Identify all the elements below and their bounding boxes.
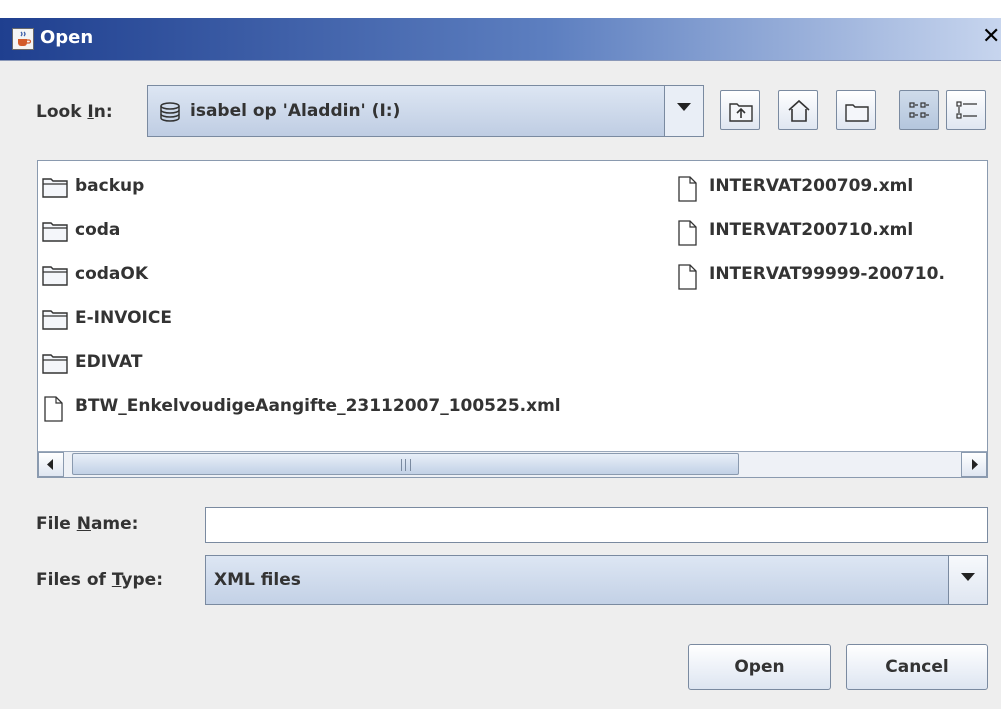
home-icon [788, 99, 810, 122]
look-in-value: isabel op 'Aladdin' (I:) [190, 101, 401, 121]
close-icon[interactable]: ✕ [982, 24, 1000, 49]
title-bar: Open ✕ [0, 18, 1001, 61]
list-view-button[interactable] [899, 90, 939, 130]
arrow-left-icon [47, 459, 53, 470]
item-name: BTW_EnkelvoudigeAangifte_23112007_100525… [75, 396, 561, 416]
home-button[interactable] [778, 90, 818, 130]
look-in-label: Look In: [36, 102, 113, 122]
item-name: coda [75, 220, 121, 240]
files-of-type-dropdown-arrow[interactable] [948, 556, 987, 604]
file-name-input[interactable] [205, 507, 988, 543]
look-in-combo[interactable]: isabel op 'Aladdin' (I:) [147, 85, 704, 137]
file-name-label: File Name: [36, 514, 139, 534]
arrow-right-icon [972, 459, 978, 470]
cancel-button[interactable]: Cancel [846, 644, 988, 690]
folder-icon [42, 222, 68, 242]
scroll-thumb[interactable] [72, 453, 739, 475]
item-name: INTERVAT200710.xml [709, 220, 914, 240]
up-one-level-icon [729, 103, 753, 122]
open-button[interactable]: Open [688, 644, 831, 690]
file-list[interactable]: backup coda codaOK E-INVOICE EDIVAT BTW_Enkel… [37, 160, 988, 478]
drive-icon [160, 102, 180, 122]
java-cup-icon [12, 28, 34, 50]
files-of-type-combo[interactable]: XML files [205, 555, 988, 605]
folder-icon [42, 178, 68, 198]
folder-icon [42, 266, 68, 286]
details-view-icon [956, 101, 977, 119]
scroll-right-button[interactable] [961, 452, 987, 477]
folder-icon [42, 310, 68, 330]
files-of-type-label: Files of Type: [36, 570, 164, 590]
new-folder-button[interactable] [836, 90, 876, 130]
screen-top-strip [0, 0, 1001, 18]
file-icon [44, 396, 63, 422]
files-of-type-value: XML files [214, 570, 301, 590]
window-title: Open [40, 27, 94, 48]
file-icon [678, 264, 697, 290]
item-name: E-INVOICE [75, 308, 172, 328]
horizontal-scrollbar[interactable] [38, 451, 987, 477]
item-name: codaOK [75, 264, 149, 284]
new-folder-icon [845, 104, 869, 122]
file-icon [678, 220, 697, 246]
scroll-grip [401, 459, 411, 471]
look-in-dropdown-arrow[interactable] [664, 86, 703, 136]
item-name: INTERVAT200709.xml [709, 176, 914, 196]
list-view-icon [909, 102, 929, 118]
item-name: EDIVAT [75, 352, 143, 372]
item-name: backup [75, 176, 145, 196]
details-view-button[interactable] [946, 90, 986, 130]
up-one-level-button[interactable] [720, 90, 760, 130]
item-name: INTERVAT99999-200710. [709, 264, 945, 284]
folder-icon [42, 354, 68, 374]
file-icon [678, 176, 697, 202]
scroll-left-button[interactable] [38, 452, 64, 477]
